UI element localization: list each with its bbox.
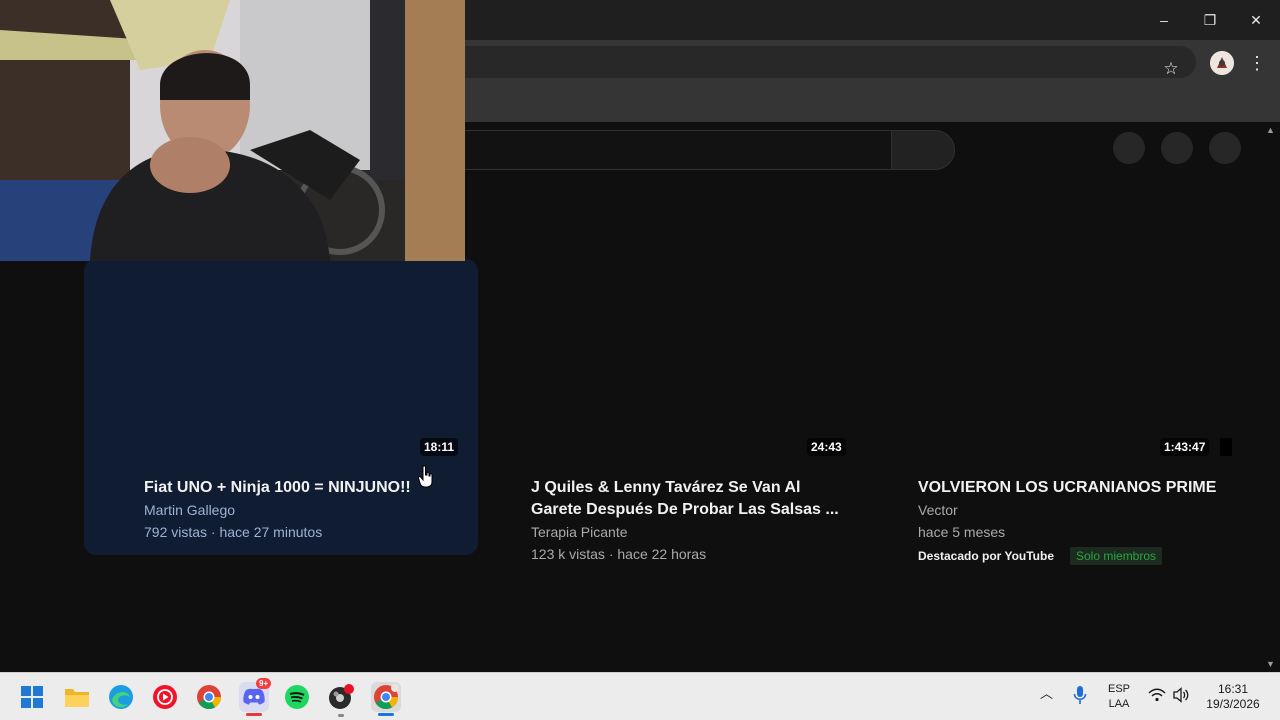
scroll-down-arrow-icon[interactable]: ▼ bbox=[1266, 659, 1275, 669]
keyboard-layout: LAA bbox=[1108, 698, 1130, 710]
running-app-indicator bbox=[338, 714, 344, 717]
notifications-icon[interactable] bbox=[1161, 132, 1193, 164]
close-button[interactable]: ✕ bbox=[1236, 4, 1276, 36]
webcam-image bbox=[0, 0, 465, 261]
screen: – ❐ ✕ ☆ ⋮ ▲ ▼ 18:11 Fiat UNO + Ninja 100… bbox=[0, 0, 1280, 720]
video-title[interactable]: Fiat UNO + Ninja 1000 = NINJUNO!! bbox=[144, 477, 411, 499]
wifi-icon[interactable] bbox=[1148, 687, 1166, 708]
restore-button[interactable]: ❐ bbox=[1190, 4, 1230, 36]
chrome-browser-icon[interactable] bbox=[195, 683, 223, 711]
video-title[interactable]: VOLVIERON LOS UCRANIANOS PRIME bbox=[918, 477, 1216, 499]
webcam-overlay bbox=[0, 0, 465, 261]
video-duration: 1:43:47 bbox=[1160, 438, 1210, 456]
featured-label: Destacado por YouTube bbox=[918, 549, 1055, 563]
discord-icon[interactable]: 9+ bbox=[239, 678, 272, 716]
file-explorer-icon[interactable] bbox=[63, 683, 91, 711]
scroll-up-arrow-icon[interactable]: ▲ bbox=[1266, 125, 1275, 135]
discord-notification-badge: 9+ bbox=[256, 678, 272, 689]
video-title-line[interactable]: Garete Después De Probar Las Salsas ... bbox=[531, 499, 839, 521]
edge-browser-icon[interactable] bbox=[107, 683, 135, 711]
taskbar-clock[interactable]: 16:31 19/3/2026 bbox=[1200, 682, 1266, 712]
language-code: ESP bbox=[1107, 683, 1130, 695]
bookmark-star-icon[interactable]: ☆ bbox=[1160, 58, 1182, 80]
more-menu-icon[interactable]: ⋮ bbox=[1248, 52, 1266, 74]
video-duration: 18:11 bbox=[420, 438, 459, 456]
channel-name[interactable]: Martin Gallego bbox=[144, 499, 235, 521]
spotify-icon[interactable] bbox=[283, 683, 311, 711]
account-avatar[interactable] bbox=[1209, 132, 1241, 164]
profile-avatar[interactable] bbox=[1210, 51, 1234, 75]
input-language[interactable]: ESP LAA bbox=[1104, 682, 1134, 712]
create-icon[interactable] bbox=[1113, 132, 1145, 164]
search-button[interactable] bbox=[891, 130, 955, 170]
search-input[interactable] bbox=[440, 130, 892, 170]
youtube-music-icon[interactable] bbox=[151, 683, 179, 711]
active-app-indicator bbox=[378, 713, 394, 716]
hand-cursor-icon bbox=[418, 465, 433, 488]
video-stats: hace 5 meses bbox=[918, 524, 1006, 540]
chrome-active-icon[interactable] bbox=[371, 682, 401, 716]
clock-date: 19/3/2026 bbox=[1206, 697, 1260, 711]
tray-overflow-chevron-icon[interactable]: ︿ bbox=[1040, 686, 1053, 701]
obs-studio-icon[interactable] bbox=[327, 683, 355, 717]
video-stats: 792 vistas · hace 27 minutos bbox=[144, 524, 323, 540]
microphone-icon[interactable] bbox=[1073, 685, 1087, 710]
windows-taskbar: 9+ ︿ ESP LAA 16:31 19/3/2026 bbox=[0, 672, 1280, 720]
channel-name[interactable]: Terapia Picante bbox=[531, 521, 628, 543]
members-only-badge: Solo miembros bbox=[1070, 547, 1163, 565]
video-card[interactable]: 18:11 Fiat UNO + Ninja 1000 = NINJUNO!! … bbox=[84, 259, 478, 555]
volume-icon[interactable] bbox=[1172, 687, 1190, 708]
video-card[interactable]: 24:43 J Quiles & Lenny Tavárez Se Van Al… bbox=[471, 259, 865, 569]
thumbnail-overlay-icon bbox=[1220, 438, 1232, 456]
active-app-indicator bbox=[246, 713, 262, 716]
video-title-line[interactable]: J Quiles & Lenny Tavárez Se Van Al bbox=[531, 477, 800, 499]
video-card[interactable]: 1:43:47 VOLVIERON LOS UCRANIANOS PRIME V… bbox=[858, 259, 1252, 569]
channel-name[interactable]: Vector bbox=[918, 499, 958, 521]
video-stats: 123 k vistas · hace 22 horas bbox=[531, 546, 707, 562]
clock-time: 16:31 bbox=[1217, 682, 1249, 696]
windows-start-icon[interactable] bbox=[18, 683, 46, 711]
minimize-button[interactable]: – bbox=[1144, 4, 1184, 36]
video-duration: 24:43 bbox=[807, 438, 846, 456]
